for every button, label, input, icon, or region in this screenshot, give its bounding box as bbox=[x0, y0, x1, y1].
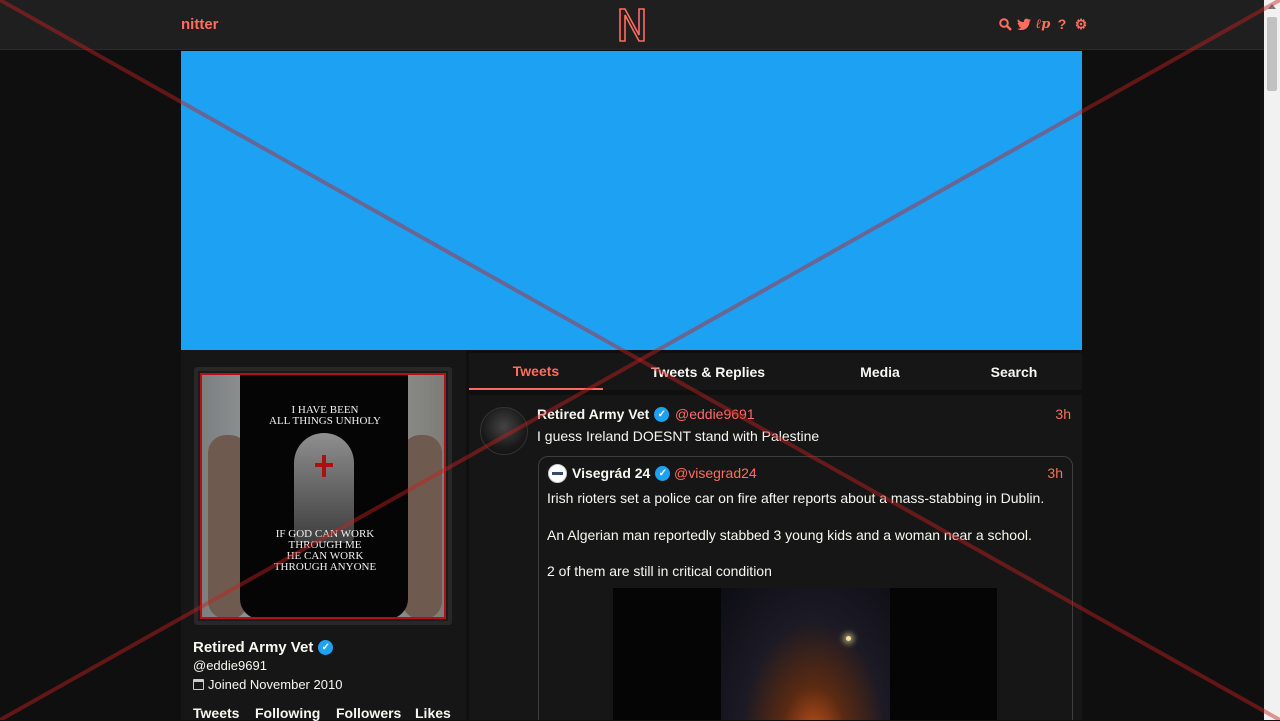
profile-card: I HAVE BEEN ALL THINGS UNHOLY IF GOD CAN… bbox=[181, 350, 466, 721]
search-icon[interactable] bbox=[998, 16, 1012, 32]
profile-handle[interactable]: @eddie9691 bbox=[193, 658, 267, 673]
tab-tweets-replies[interactable]: Tweets & Replies bbox=[626, 353, 790, 390]
tab-tweets[interactable]: Tweets bbox=[469, 353, 603, 390]
stat-likes[interactable]: Likes bbox=[415, 705, 451, 721]
tweet-text: I guess Ireland DOESNT stand with Palest… bbox=[537, 428, 820, 444]
profile-banner bbox=[181, 51, 1082, 350]
calendar-icon bbox=[193, 679, 204, 690]
tweet-avatar[interactable] bbox=[480, 407, 528, 455]
quote-handle[interactable]: @visegrad24 bbox=[674, 465, 757, 481]
profile-joined: Joined November 2010 bbox=[193, 677, 342, 692]
tweet-handle[interactable]: @eddie9691 bbox=[675, 406, 755, 422]
stat-followers[interactable]: Followers bbox=[336, 705, 415, 721]
timeline-tabs: Tweets Tweets & Replies Media Search bbox=[469, 353, 1082, 390]
quote-avatar[interactable] bbox=[548, 464, 567, 483]
timeline: Retired Army Vet ✓ @eddie9691 3h I guess… bbox=[469, 395, 1082, 720]
tab-media[interactable]: Media bbox=[825, 353, 935, 390]
tweet-author-name: Retired Army Vet bbox=[537, 406, 650, 422]
nav-icons: ℓp ? ⚙ bbox=[998, 16, 1088, 32]
shirt-text-bottom-4: THROUGH ANYONE bbox=[273, 561, 377, 573]
profile-joined-text: Joined November 2010 bbox=[208, 677, 343, 692]
profile-stats: Tweets Following Followers Likes bbox=[193, 705, 451, 721]
quote-time[interactable]: 3h bbox=[1047, 465, 1063, 481]
settings-gear-icon[interactable]: ⚙ bbox=[1074, 16, 1088, 32]
quote-text-line-2: An Algerian man reportedly stabbed 3 you… bbox=[547, 527, 1032, 543]
shirt-text-top-2: ALL THINGS UNHOLY bbox=[269, 415, 381, 427]
quote-author-name: Visegrád 24 bbox=[572, 465, 651, 481]
verified-badge-icon: ✓ bbox=[655, 465, 671, 481]
nitter-logo-icon[interactable] bbox=[617, 7, 647, 43]
avatar-image: I HAVE BEEN ALL THINGS UNHOLY IF GOD CAN… bbox=[200, 373, 446, 619]
quote-text-line-1: Irish rioters set a police car on fire a… bbox=[547, 490, 1045, 506]
stat-following[interactable]: Following bbox=[255, 705, 336, 721]
street-light bbox=[846, 636, 851, 641]
quote-text-line-3: 2 of them are still in critical conditio… bbox=[547, 563, 772, 579]
lp-icon[interactable]: ℓp bbox=[1036, 16, 1051, 32]
top-nav: nitter ℓp ? ⚙ bbox=[0, 0, 1264, 50]
page-scrollbar[interactable] bbox=[1264, 0, 1280, 720]
scroll-thumb[interactable] bbox=[1267, 17, 1277, 91]
quote-author[interactable]: Visegrád 24 ✓ bbox=[572, 465, 671, 481]
tab-search[interactable]: Search bbox=[962, 353, 1066, 390]
verified-badge-icon: ✓ bbox=[318, 640, 334, 655]
quoted-tweet[interactable]: Visegrád 24 ✓ @visegrad24 3h Irish riote… bbox=[538, 456, 1073, 720]
stat-tweets[interactable]: Tweets bbox=[193, 705, 255, 721]
twitter-bird-icon[interactable] bbox=[1017, 16, 1031, 32]
nav-brand-link[interactable]: nitter bbox=[181, 16, 219, 33]
scroll-up-arrow-icon[interactable] bbox=[1268, 4, 1276, 9]
help-icon[interactable]: ? bbox=[1055, 16, 1069, 32]
quote-media-video[interactable] bbox=[613, 588, 997, 720]
video-frame bbox=[721, 588, 890, 720]
profile-name[interactable]: Retired Army Vet ✓ bbox=[193, 639, 334, 656]
profile-avatar[interactable]: I HAVE BEEN ALL THINGS UNHOLY IF GOD CAN… bbox=[194, 367, 452, 625]
tweet-time[interactable]: 3h bbox=[1055, 406, 1071, 422]
profile-name-text: Retired Army Vet bbox=[193, 639, 314, 656]
verified-badge-icon: ✓ bbox=[654, 406, 670, 422]
tweet-author[interactable]: Retired Army Vet ✓ bbox=[537, 406, 670, 422]
